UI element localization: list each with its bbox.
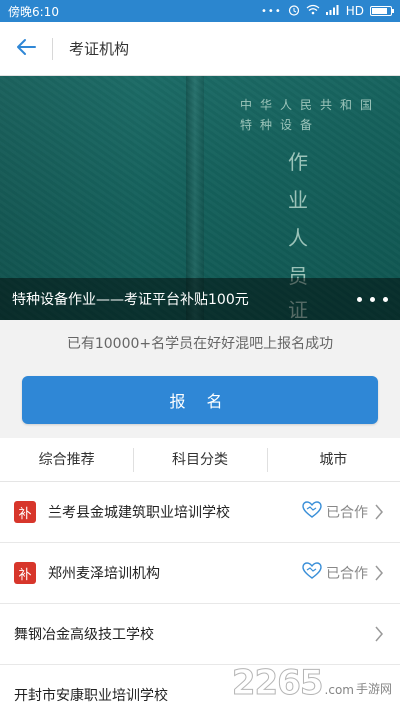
- list-item[interactable]: 补 郑州麦泽培训机构 已合作: [0, 543, 400, 604]
- nav-bar: 考证机构: [0, 22, 400, 76]
- nav-divider: [52, 37, 53, 60]
- cover-char-3: 人: [288, 226, 308, 250]
- partner-status: 已合作: [302, 501, 368, 523]
- handshake-icon: [302, 501, 322, 523]
- chevron-right-icon: [372, 502, 386, 522]
- wifi-icon: [306, 4, 320, 18]
- arrow-left-icon: [15, 38, 37, 60]
- partner-label: 已合作: [326, 566, 368, 582]
- battery-icon: [370, 6, 394, 16]
- page: 傍晚6:10 ••• HD 考证机构 中华人民共和国 特种设备 作 业 人 员 …: [0, 0, 400, 711]
- school-name: 兰考县金城建筑职业培训学校: [48, 505, 230, 521]
- chevron-right-icon: [372, 624, 386, 644]
- page-title: 考证机构: [69, 40, 130, 58]
- school-name: 郑州麦泽培训机构: [48, 566, 160, 582]
- carousel-dot[interactable]: [357, 296, 362, 302]
- watermark-number: 2265: [231, 663, 324, 704]
- battery-level: [372, 8, 387, 14]
- watermark-suffix: .com: [324, 683, 354, 697]
- status-bar: 傍晚6:10 ••• HD: [0, 0, 400, 22]
- tab-city[interactable]: 城市: [266, 438, 400, 482]
- subsidy-badge: 补: [14, 501, 36, 523]
- cover-char-1: 作: [288, 150, 308, 174]
- chevron-right-icon: [372, 563, 386, 583]
- watermark-site: 手游网: [355, 682, 392, 696]
- carousel-dots[interactable]: [357, 296, 388, 302]
- site-watermark: 2265 .com 手游网: [231, 663, 392, 704]
- partner-status: 已合作: [302, 562, 368, 584]
- network-type: HD: [345, 4, 364, 18]
- dots-icon: •••: [261, 5, 282, 17]
- handshake-icon: [302, 562, 322, 584]
- banner-carousel[interactable]: 中华人民共和国 特种设备 作 业 人 员 证 特种设备作业——考证平台补贴100…: [0, 76, 400, 320]
- register-button[interactable]: 报 名: [22, 376, 378, 424]
- alarm-icon: [288, 4, 300, 19]
- banner-caption: 特种设备作业——考证平台补贴100元: [12, 292, 249, 308]
- filter-tabs: 综合推荐 科目分类 城市: [0, 438, 400, 482]
- tab-subject[interactable]: 科目分类: [133, 438, 266, 482]
- carousel-dot[interactable]: [370, 296, 375, 302]
- status-icons: ••• HD: [261, 4, 394, 19]
- cover-line-2: 特种设备: [240, 118, 321, 132]
- banner-caption-bar: 特种设备作业——考证平台补贴100元: [0, 278, 400, 320]
- school-name: 舞钢冶金高级技工学校: [14, 627, 154, 643]
- status-time: 傍晚6:10: [8, 4, 59, 19]
- enrollment-stat: 已有10000+名学员在好好混吧上报名成功: [66, 336, 334, 352]
- list-item[interactable]: 补 兰考县金城建筑职业培训学校 已合作: [0, 482, 400, 543]
- tab-recommended[interactable]: 综合推荐: [0, 438, 133, 482]
- carousel-dot[interactable]: [383, 296, 388, 302]
- subsidy-badge: 补: [14, 562, 36, 584]
- back-button[interactable]: [0, 22, 52, 76]
- partner-label: 已合作: [326, 505, 368, 521]
- list-item[interactable]: 舞钢冶金高级技工学校: [0, 604, 400, 665]
- signal-icon: [325, 4, 340, 18]
- cover-char-2: 业: [288, 188, 308, 212]
- cover-line-1: 中华人民共和国: [240, 98, 381, 112]
